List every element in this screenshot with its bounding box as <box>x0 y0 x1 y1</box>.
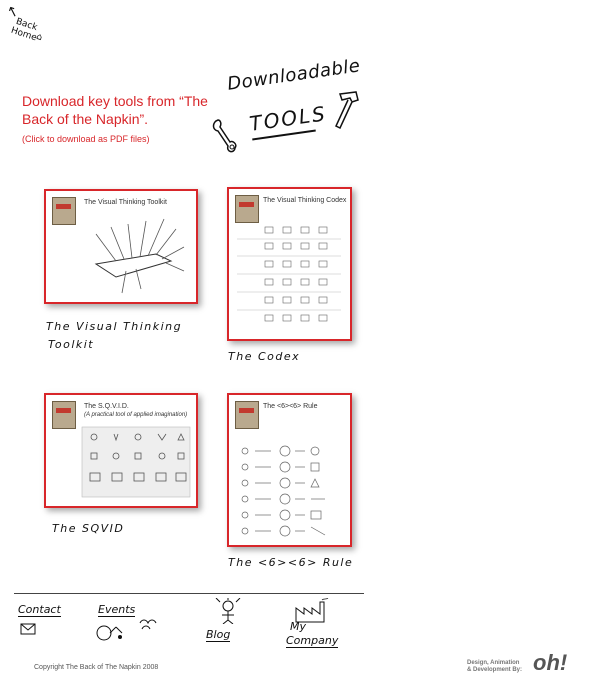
six-six-caption[interactable]: The <6><6> Rule <box>228 556 353 569</box>
book-cover-image <box>235 401 259 429</box>
back-home-link[interactable]: ↖ Back Home ⌂ <box>0 3 77 68</box>
credits-line1: Design, Animation <box>467 660 520 666</box>
nav-contact-label: Contact <box>18 603 61 617</box>
sqvid-caption[interactable]: The SQVID <box>52 522 124 535</box>
blog-person-icon <box>215 598 241 624</box>
toolkit-doc-title: The Visual Thinking Toolkit <box>84 199 167 206</box>
toolkit-caption-line2[interactable]: Toolkit <box>48 338 94 351</box>
book-cover-image <box>235 195 259 223</box>
credits-line2: & Development By: <box>467 667 523 673</box>
nav-blog[interactable]: Blog <box>198 598 258 643</box>
footer-divider <box>14 593 364 594</box>
envelope-icon <box>20 623 36 635</box>
intro-subtitle: (Click to download as PDF files) <box>22 134 150 144</box>
codex-caption[interactable]: The Codex <box>228 350 300 363</box>
codex-doc-title: The Visual Thinking Codex <box>263 197 347 204</box>
toolkit-caption-line1[interactable]: The Visual Thinking <box>46 320 182 333</box>
house-icon: ⌂ <box>34 31 44 44</box>
six-six-rule-illustration <box>241 445 326 537</box>
oh-media-logo[interactable]: oh! <box>533 650 567 676</box>
sqvid-doc-subtitle: (A practical tool of applied imagination… <box>84 412 188 418</box>
codex-grid-illustration <box>237 226 341 322</box>
intro-title: Download key tools from “The Back of the… <box>22 93 208 127</box>
book-cover-image <box>52 401 76 429</box>
credits-text: Design, Animation & Development By: <box>467 660 522 674</box>
sqvid-grid-illustration <box>81 426 191 498</box>
hammer-icon <box>335 91 359 130</box>
nav-contact[interactable]: Contact <box>18 603 61 635</box>
toolkit-card[interactable]: The Visual Thinking Toolkit <box>44 189 198 304</box>
sqvid-card[interactable]: The S.Q.V.I.D. (A practical tool of appl… <box>44 393 198 508</box>
sqvid-doc-title: The S.Q.V.I.D. <box>84 403 129 410</box>
nav-my-company[interactable]: My Company <box>286 598 346 648</box>
swiss-knife-illustration <box>94 218 185 294</box>
nav-blog-label: Blog <box>206 628 231 642</box>
wrench-icon <box>212 119 237 153</box>
copyright-text: Copyright The Back of The Napkin 2008 <box>34 664 159 671</box>
nav-events-label: Events <box>98 603 136 617</box>
nav-my-label: My <box>290 620 307 633</box>
six-six-doc-title: The <6><6> Rule <box>263 403 318 410</box>
nav-events[interactable]: Events <box>96 603 157 641</box>
codex-card[interactable]: The Visual Thinking Codex <box>227 187 352 341</box>
six-six-rule-card[interactable]: The <6><6> Rule <box>227 393 352 547</box>
events-icon <box>96 619 157 641</box>
heading-tools: TOOLS <box>248 101 329 136</box>
book-cover-image <box>52 197 76 225</box>
nav-company-label: Company <box>286 634 339 648</box>
